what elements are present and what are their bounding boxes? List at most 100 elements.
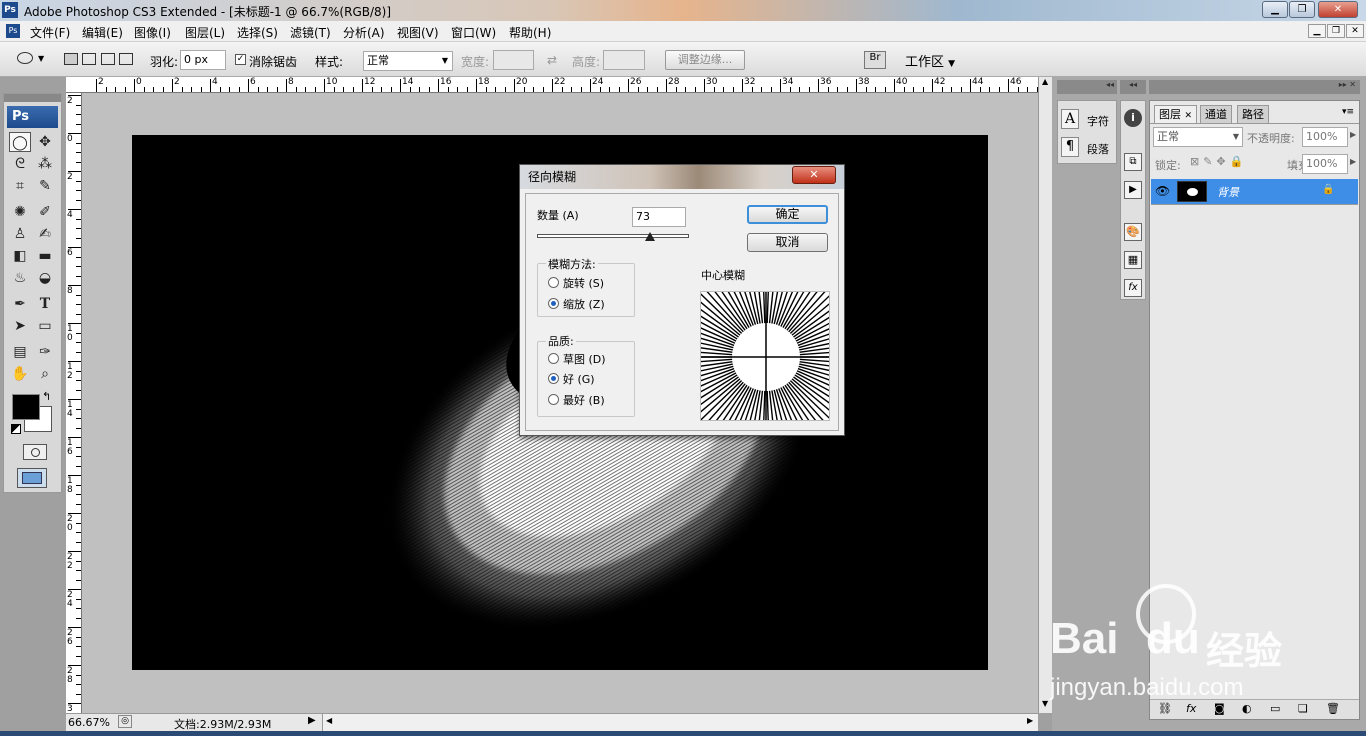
path-selection-icon[interactable]: ➤ <box>9 316 31 336</box>
subtract-selection-icon[interactable] <box>101 53 115 65</box>
scroll-right-icon[interactable]: ▶ <box>1027 716 1033 725</box>
move-tool-icon[interactable]: ✥ <box>34 132 56 152</box>
menu-help[interactable]: 帮助(H) <box>509 24 551 41</box>
history-brush-icon[interactable]: ✍ <box>34 224 56 244</box>
type-tool-icon[interactable]: T <box>34 294 56 314</box>
icon-dock-header[interactable]: ◂◂ <box>1120 80 1146 94</box>
minimize-button[interactable]: ▁ <box>1262 1 1288 18</box>
scroll-up-icon[interactable]: ▲ <box>1042 77 1048 86</box>
best-radio[interactable] <box>548 394 559 405</box>
eye-visibility-icon[interactable]: 👁 <box>1155 184 1170 198</box>
pen-tool-icon[interactable]: ✒ <box>9 294 31 314</box>
ok-button[interactable]: 确定 <box>747 205 828 224</box>
zoom-level[interactable]: 66.67% <box>68 716 110 729</box>
opacity-arrow-icon[interactable]: ▶ <box>1350 130 1356 139</box>
menu-file[interactable]: 文件(F) <box>30 24 70 41</box>
doc-restore-button[interactable]: ❐ <box>1327 24 1345 38</box>
swap-icon[interactable]: ⇄ <box>547 53 557 67</box>
maximize-button[interactable]: ❐ <box>1289 1 1315 18</box>
menu-filter[interactable]: 滤镜(T) <box>290 24 331 41</box>
antialias-checkbox[interactable]: ✓ <box>235 54 246 65</box>
close-button[interactable]: ✕ <box>1318 1 1358 18</box>
fill-arrow-icon[interactable]: ▶ <box>1350 157 1356 166</box>
layers-dock-header[interactable]: ▸▸ ✕ <box>1149 80 1360 94</box>
fill-input[interactable]: 100% <box>1302 154 1348 174</box>
blend-mode-select[interactable]: 正常 ▼ <box>1153 127 1243 147</box>
menu-image[interactable]: 图像(I) <box>134 24 171 41</box>
amount-input[interactable]: 73 <box>632 207 686 227</box>
scroll-down-icon[interactable]: ▼ <box>1042 699 1048 708</box>
paragraph-icon[interactable]: ¶ <box>1061 137 1079 157</box>
toolbox-header[interactable] <box>4 94 61 102</box>
styles-icon[interactable]: fx <box>1124 279 1142 297</box>
menu-view[interactable]: 视图(V) <box>397 24 439 41</box>
swap-colors-icon[interactable]: ↰ <box>42 390 51 403</box>
tab-layers[interactable]: 图层 ✕ <box>1154 105 1198 123</box>
new-selection-icon[interactable] <box>64 53 78 65</box>
default-colors-icon[interactable] <box>11 424 21 434</box>
add-selection-icon[interactable] <box>82 53 96 65</box>
doc-close-button[interactable]: ✕ <box>1346 24 1364 38</box>
dialog-close-button[interactable]: ✕ <box>792 166 836 184</box>
screen-mode-icon[interactable] <box>17 468 47 488</box>
doc-minimize-button[interactable]: ▁ <box>1308 24 1326 38</box>
swatches-icon[interactable]: ▦ <box>1124 251 1142 269</box>
opacity-input[interactable]: 100% <box>1302 127 1348 147</box>
color-palette-icon[interactable]: 🎨 <box>1124 223 1142 241</box>
bridge-icon[interactable]: Br <box>864 51 886 69</box>
character-icon[interactable]: A <box>1061 109 1079 129</box>
chevron-down-icon[interactable]: ▼ <box>38 54 44 63</box>
intersect-selection-icon[interactable] <box>119 53 133 65</box>
amount-slider-thumb[interactable] <box>644 232 655 241</box>
zoom-tool-icon[interactable]: ⌕ <box>34 364 56 384</box>
zoom-radio[interactable] <box>548 298 559 309</box>
workspace-button[interactable]: 工作区 ▼ <box>905 51 955 70</box>
character-label[interactable]: 字符 <box>1087 113 1109 129</box>
height-input[interactable] <box>603 50 645 70</box>
healing-brush-icon[interactable]: ✺ <box>9 202 31 222</box>
status-icon[interactable]: ◎ <box>118 715 132 728</box>
foreground-color-swatch[interactable] <box>12 394 40 420</box>
refine-edge-button[interactable]: 调整边缘... <box>665 50 745 70</box>
shape-tool-icon[interactable]: ▭ <box>34 316 56 336</box>
blur-tool-icon[interactable]: ♨ <box>9 268 31 288</box>
brush-tool-icon[interactable]: ✐ <box>34 202 56 222</box>
ellipse-marquee-tool-icon[interactable]: ◯ <box>9 132 31 152</box>
horizontal-scrollbar[interactable]: ◀ ▶ <box>322 714 1038 731</box>
magic-wand-tool-icon[interactable]: ⁂ <box>34 154 56 174</box>
tab-channels[interactable]: 通道 <box>1200 105 1232 123</box>
ps-logo[interactable]: Ps <box>7 106 58 128</box>
lasso-tool-icon[interactable]: ᘓ <box>9 154 31 174</box>
notes-tool-icon[interactable]: ▤ <box>9 342 31 362</box>
feather-input[interactable]: 0 px <box>180 50 226 70</box>
clone-stamp-icon[interactable]: ♙ <box>9 224 31 244</box>
width-input[interactable] <box>493 50 534 70</box>
info-icon[interactable]: i <box>1124 109 1142 127</box>
dodge-tool-icon[interactable]: ◒ <box>34 268 56 288</box>
quick-mask-icon[interactable] <box>23 444 47 460</box>
menu-select[interactable]: 选择(S) <box>237 24 278 41</box>
scroll-left-icon[interactable]: ◀ <box>326 716 332 725</box>
char-dock-header[interactable]: ◂◂ <box>1057 80 1117 94</box>
slice-tool-icon[interactable]: ✎ <box>34 176 56 196</box>
layer-row-background[interactable]: 👁 背景 🔒 <box>1151 179 1358 205</box>
actions-icon[interactable]: ▶ <box>1124 181 1142 199</box>
cancel-button[interactable]: 取消 <box>747 233 828 252</box>
lock-options-icon[interactable]: ⊠✎✥🔒 <box>1190 155 1247 168</box>
panel-menu-icon[interactable]: ▾≡ <box>1342 107 1354 117</box>
tab-paths[interactable]: 路径 <box>1237 105 1269 123</box>
amount-slider-track[interactable] <box>537 234 689 238</box>
paragraph-label[interactable]: 段落 <box>1087 141 1109 157</box>
spin-radio[interactable] <box>548 277 559 288</box>
history-icon[interactable]: ⧉ <box>1124 153 1142 171</box>
eyedropper-tool-icon[interactable]: ✑ <box>34 342 56 362</box>
gradient-tool-icon[interactable]: ▬ <box>34 246 56 266</box>
good-label[interactable]: 好 (G) <box>563 371 595 387</box>
menu-window[interactable]: 窗口(W) <box>451 24 496 41</box>
blur-center-preview[interactable] <box>700 291 830 421</box>
draft-label[interactable]: 草图 (D) <box>563 351 606 367</box>
menu-edit[interactable]: 编辑(E) <box>82 24 123 41</box>
status-menu-arrow-icon[interactable]: ▶ <box>308 715 316 726</box>
crop-tool-icon[interactable]: ⌗ <box>9 176 31 196</box>
draft-radio[interactable] <box>548 353 559 364</box>
